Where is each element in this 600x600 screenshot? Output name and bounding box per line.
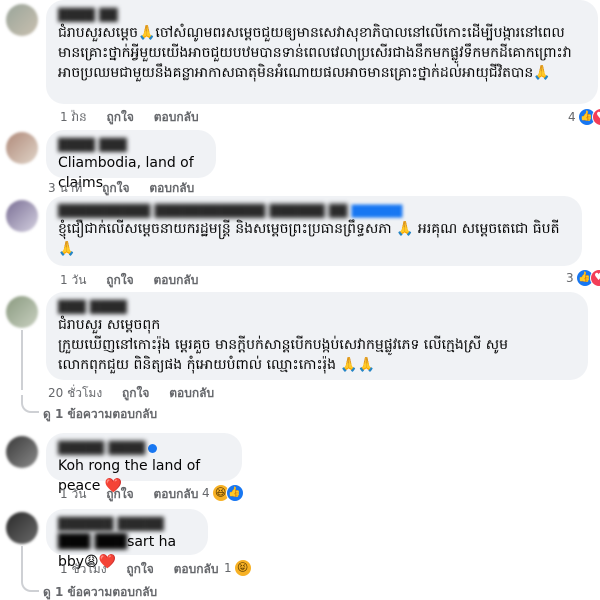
like-button[interactable]: ถูกใจ — [126, 562, 153, 576]
comment-author[interactable]: ████ ██ — [58, 7, 586, 23]
like-button[interactable]: ถูกใจ — [122, 386, 149, 400]
verified-badge-icon — [148, 444, 158, 453]
reaction-summary[interactable]: 3 👍 ♥ — [566, 269, 600, 287]
comment-time[interactable]: 20 ชั่วโมง — [48, 386, 102, 400]
comment-actions: 1 วัน ถูกใจ ตอบกลับ — [60, 272, 214, 288]
comment-time[interactable]: 1 វ៉ាន — [60, 110, 87, 124]
avatar[interactable] — [6, 436, 38, 468]
comment-text: ក្រួយឃើញនៅកោះរ៉ុង ម្ដេរគួច មានក្ដីបក់សាន… — [58, 337, 508, 373]
reaction-summary[interactable]: 4 👍 ♥ — [568, 108, 600, 126]
like-button[interactable]: ถูกใจ — [102, 181, 129, 195]
avatar[interactable] — [6, 4, 38, 36]
avatar[interactable] — [6, 200, 38, 232]
comment-time[interactable]: 1 ชั่วโมง — [60, 562, 107, 576]
comment-actions: 20 ชั่วโมง ถูกใจ ตอบกลับ — [48, 385, 230, 401]
comment-bubble: ██████████ ████████████ ██████ ██ ██████… — [46, 196, 582, 266]
comment-bubble: ████ ██ ជំរាបសួរសម្តេច🙏ចៅសំណូមពរសម្តេចជួ… — [46, 0, 598, 104]
reply-button[interactable]: ตอบกลับ — [154, 110, 199, 124]
avatar[interactable] — [6, 132, 38, 164]
thread-line — [21, 330, 23, 390]
reply-button[interactable]: ตอบกลับ — [153, 273, 198, 287]
comment-time[interactable]: 1 วัน — [60, 273, 86, 287]
reaction-summary[interactable]: 4 😆 👍 — [202, 484, 244, 502]
reaction-count: 3 — [566, 271, 574, 285]
reaction-count: 4 — [568, 110, 576, 124]
reply-button[interactable]: ตอบกลับ — [169, 386, 214, 400]
view-replies-link[interactable]: ดู 1 ข้อความตอบกลับ — [43, 584, 157, 600]
comment-text: ខ្ញុំជឿជាក់លើសម្តេចនាយករដ្ឋមន្ត្រី និងសម… — [58, 221, 560, 257]
comment-author[interactable]: ███ ████ — [58, 299, 576, 315]
comment-bubble: █████ ████ Koh rong the land of peace ❤️ — [46, 433, 242, 494]
reply-button[interactable]: ตอบกลับ — [174, 562, 219, 576]
reaction-count: 1 — [224, 561, 232, 575]
comment-actions: 1 ชั่วโมง ถูกใจ ตอบกลับ — [60, 561, 234, 577]
comment-text: ជំរាបសួរ សម្តេចពុក — [58, 317, 161, 333]
like-button[interactable]: ถูกใจ — [107, 110, 134, 124]
comment-bubble: ████ ███ Cliambodia, land of claims — [46, 130, 216, 191]
comment-bubble: ██████ █████ ███ ███sart ha bby😩❤️ — [46, 509, 208, 570]
reply-button[interactable]: ตอบกลับ — [153, 487, 198, 501]
comment-time[interactable]: 3 นาที — [48, 181, 82, 195]
care-reaction-icon: 😝 — [233, 559, 252, 577]
comment-author[interactable]: ████ ███ — [58, 137, 204, 153]
reply-button[interactable]: ตอบกลับ — [149, 181, 194, 195]
avatar[interactable] — [6, 512, 38, 544]
comment-actions: 3 นาที ถูกใจ ตอบกลับ — [48, 180, 210, 196]
comment-actions: 1 វ៉ាន ถูกใจ ตอบกลับ — [60, 109, 215, 125]
thread-connector — [21, 576, 39, 592]
view-replies-link[interactable]: ดู 1 ข้อความตอบกลับ — [43, 406, 157, 422]
reaction-count: 4 — [202, 486, 210, 500]
comment-author[interactable]: █████ ████ — [58, 440, 230, 456]
comment-actions: 1 วัน ถูกใจ ตอบกลับ — [60, 486, 214, 502]
like-reaction-icon: 👍 — [225, 484, 244, 502]
comment-author[interactable]: ██████ █████ — [58, 516, 196, 532]
thread-connector — [21, 395, 39, 413]
comment-bubble: ███ ████ ជំរាបសួរ សម្តេចពុក ក្រួយឃើញនៅកោ… — [46, 292, 588, 380]
like-button[interactable]: ถูกใจ — [106, 487, 133, 501]
like-button[interactable]: ถูกใจ — [106, 273, 133, 287]
comment-author[interactable]: ██████████ ████████████ ██████ ██ ██████ — [58, 203, 570, 219]
reaction-summary[interactable]: 1 😝 — [224, 559, 252, 577]
avatar[interactable] — [6, 296, 38, 328]
comment-text: ជំរាបសួរសម្តេច🙏ចៅសំណូមពរសម្តេចជួយឲ្យមានស… — [58, 25, 572, 81]
comment-time[interactable]: 1 วัน — [60, 487, 86, 501]
